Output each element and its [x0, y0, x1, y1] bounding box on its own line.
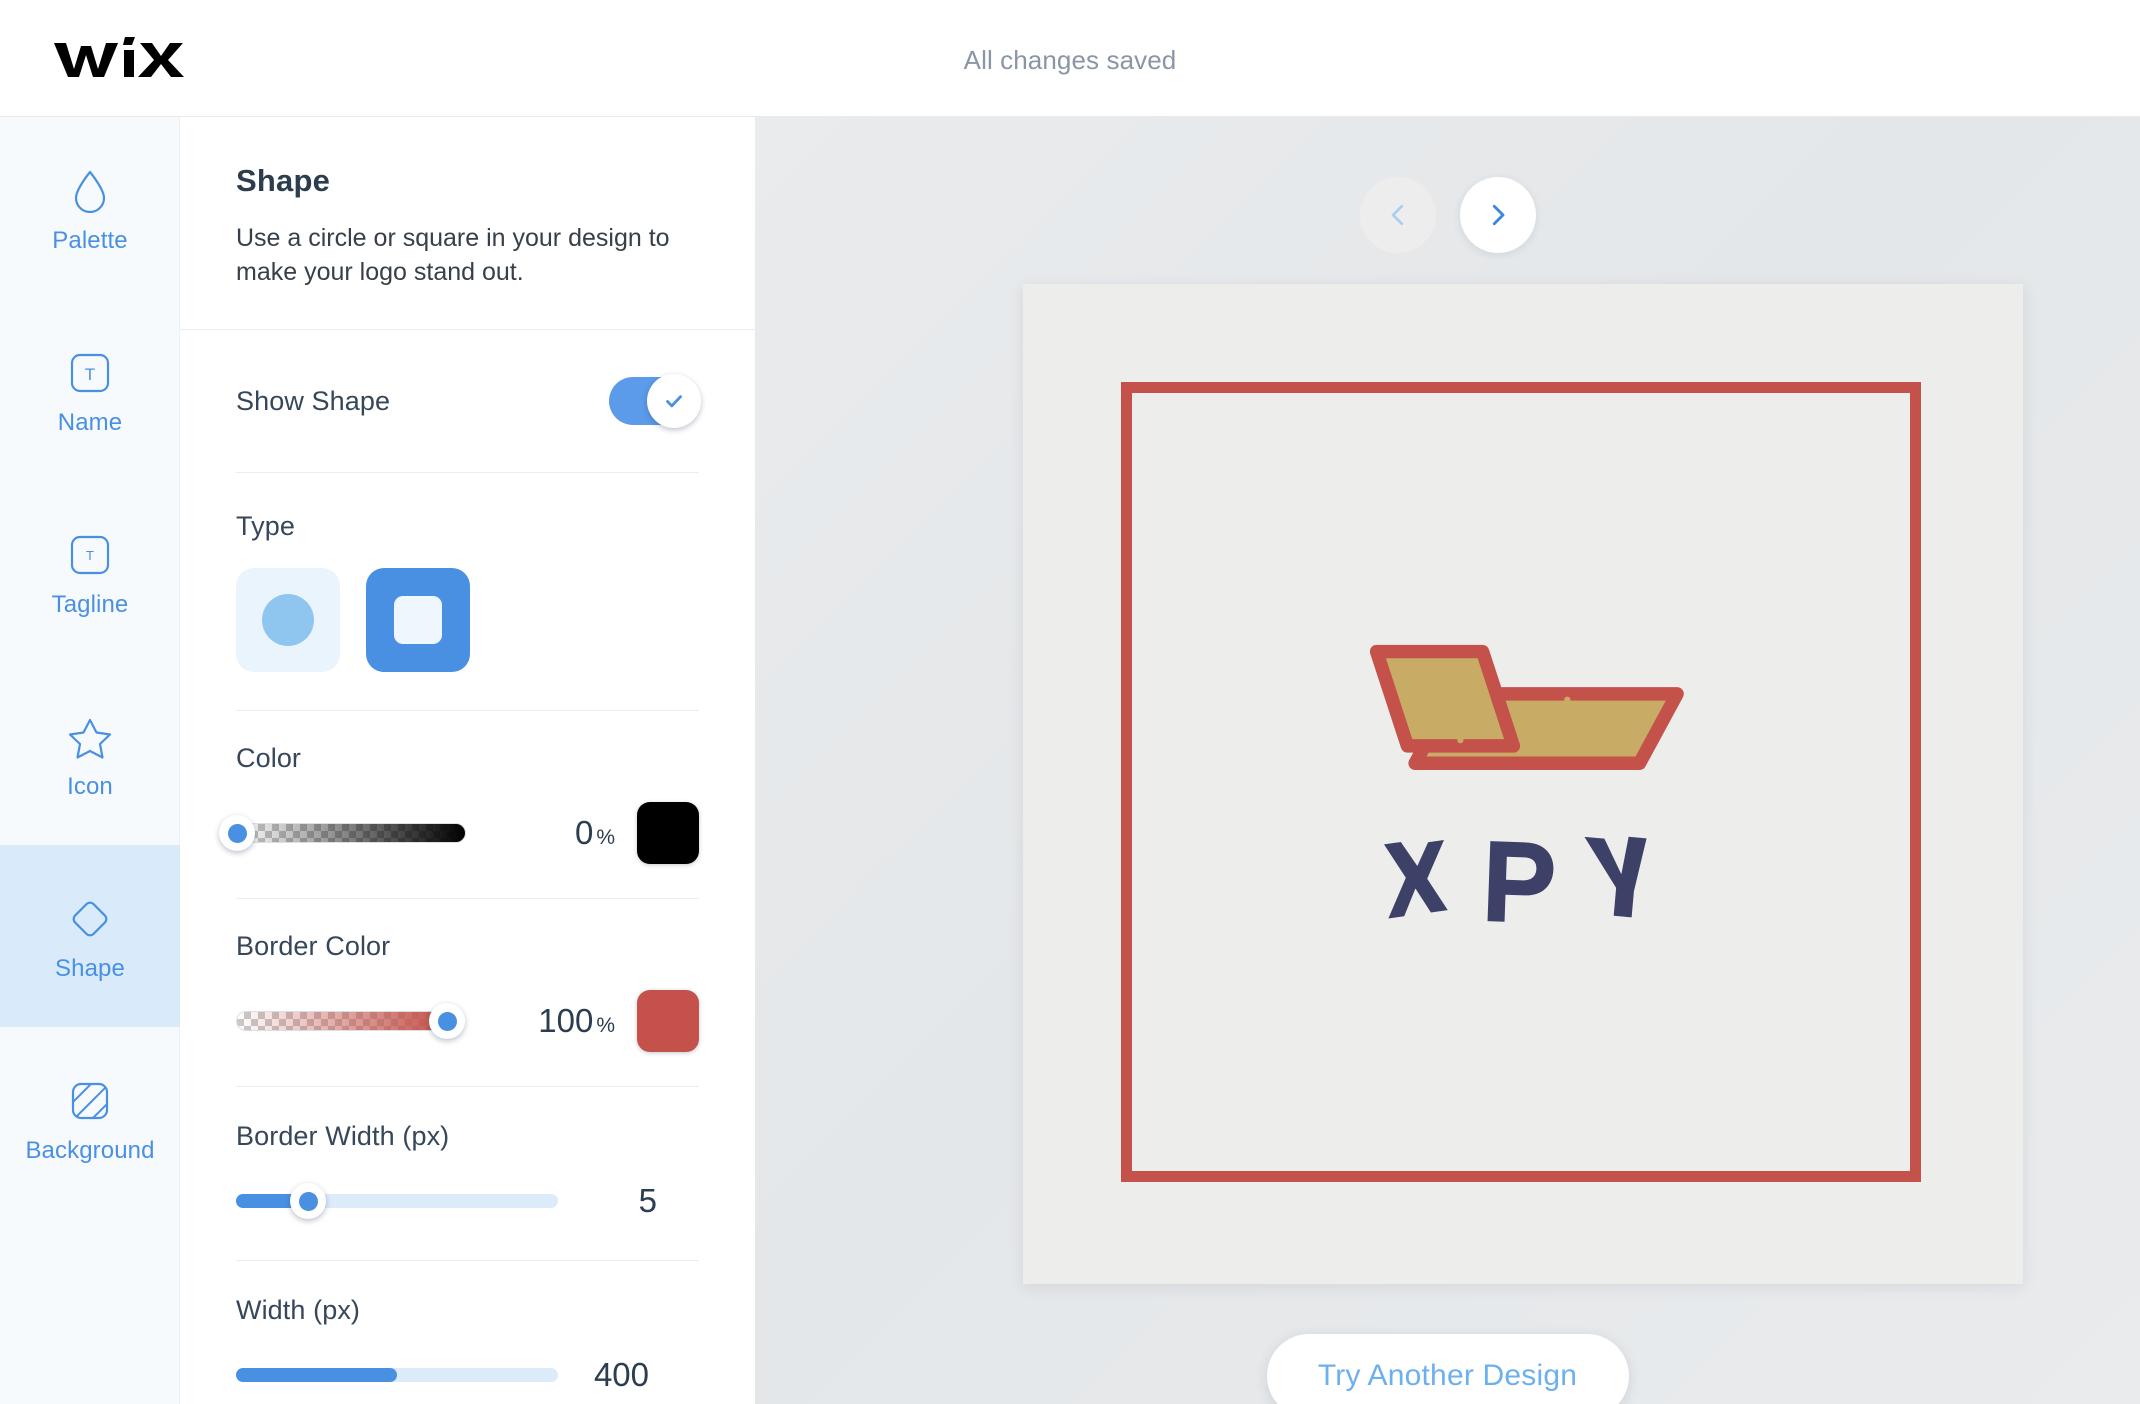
sidebar-item-label: Tagline [51, 591, 129, 618]
border-width-value: 5 [638, 1182, 657, 1219]
sidebar-item-palette[interactable]: Palette [0, 117, 180, 299]
show-shape-row: Show Shape [236, 330, 701, 472]
color-opacity-value: 0 % [575, 814, 615, 852]
border-color-opacity-row: 100 % [236, 990, 699, 1052]
panel-description: Use a circle or square in your design to… [236, 224, 670, 286]
square-icon [394, 596, 442, 644]
border-width-label: Border Width (px) [236, 1121, 450, 1151]
panel-header: Shape Use a circle or square in your des… [180, 117, 755, 330]
shape-settings-panel: Shape Use a circle or square in your des… [180, 117, 755, 1404]
sidebar-item-background[interactable]: Background [0, 1027, 180, 1209]
droplet-icon [62, 163, 118, 219]
chevron-left-icon [1391, 204, 1403, 226]
border-color-opacity-slider[interactable] [236, 1003, 465, 1039]
width-section: Width (px) 400 [236, 1261, 699, 1394]
logo-wordmark [1383, 836, 1647, 922]
color-opacity-slider[interactable] [219, 815, 466, 851]
diamond-icon [62, 891, 118, 947]
sidebar-item-label: Name [57, 409, 123, 436]
page-title: Shape [236, 163, 331, 198]
show-shape-toggle[interactable] [609, 374, 701, 428]
sidebar-item-icon[interactable]: Icon [0, 663, 180, 845]
border-color-opacity-value: 100 % [538, 1002, 615, 1040]
type-label: Type [236, 511, 295, 541]
color-opacity-knob[interactable] [219, 815, 255, 851]
prev-design-button[interactable] [1359, 177, 1436, 253]
save-status-text: All changes saved [963, 45, 1177, 75]
color-swatch[interactable] [637, 802, 699, 864]
border-color-track-fill [237, 1012, 445, 1030]
text-box-icon: T [62, 345, 118, 401]
color-opacity-number: 0 [574, 814, 594, 851]
svg-text:T: T [86, 548, 94, 563]
try-another-design-label: Try Another Design [1317, 1359, 1578, 1392]
border-width-row: 5 [236, 1182, 699, 1220]
next-design-button[interactable] [1459, 177, 1536, 253]
app-header: All changes saved [0, 0, 2140, 117]
try-another-design-button[interactable]: Try Another Design [1266, 1334, 1629, 1404]
border-color-opacity-number: 100 [538, 1002, 594, 1039]
check-icon [666, 395, 682, 408]
color-label: Color [236, 743, 302, 773]
logo-card[interactable] [1023, 284, 2023, 1284]
border-color-section: Border Color 100 % [236, 899, 699, 1087]
logo-preview-canvas: Try Another Design [755, 117, 2140, 1404]
wordmark-letter-p [1487, 841, 1554, 922]
border-color-swatch[interactable] [637, 990, 699, 1052]
width-row: 400 [236, 1356, 699, 1394]
border-color-label: Border Color [236, 931, 391, 961]
border-width-slider[interactable] [236, 1183, 558, 1219]
width-value: 400 [593, 1356, 649, 1393]
type-options [236, 568, 699, 672]
sidebar-item-name[interactable]: T Name [0, 299, 180, 481]
chevron-right-icon [1492, 204, 1504, 226]
wordmark-letter-x [1383, 840, 1448, 919]
circle-icon [262, 594, 314, 646]
percent-symbol: % [596, 826, 615, 849]
border-width-knob[interactable] [290, 1183, 327, 1219]
hatched-square-icon [62, 1073, 118, 1129]
sidebar-nav: Palette T Name T Tagline Icon Shape Back… [0, 117, 180, 1404]
color-opacity-row: 0 % [219, 802, 699, 864]
design-nav-arrows [755, 177, 2140, 253]
type-option-square[interactable] [366, 568, 470, 672]
width-track-fill [236, 1368, 397, 1382]
sidebar-item-shape[interactable]: Shape [0, 845, 180, 1027]
percent-symbol: % [596, 1014, 615, 1037]
width-slider[interactable] [236, 1368, 558, 1382]
svg-text:T: T [85, 365, 95, 384]
type-section: Type [236, 473, 699, 711]
wordmark-letter-y [1584, 836, 1647, 918]
sidebar-item-label: Shape [55, 955, 125, 982]
sidebar-item-tagline[interactable]: T Tagline [0, 481, 180, 663]
color-opacity-track-fill [237, 824, 465, 842]
star-icon [62, 709, 118, 765]
logo-artwork [1023, 284, 2023, 1284]
sidebar-item-label: Icon [67, 773, 113, 800]
type-option-circle[interactable] [236, 568, 340, 672]
border-color-opacity-knob[interactable] [429, 1003, 465, 1039]
border-width-section: Border Width (px) 5 [236, 1087, 699, 1261]
wix-logo-maker-app: All changes saved Palette T Name T Tagli… [0, 0, 2140, 1404]
show-shape-section: Show Shape [236, 330, 701, 473]
double-parallelogram-icon [1369, 644, 1684, 770]
show-shape-label: Show Shape [236, 385, 391, 416]
sidebar-item-label: Palette [52, 227, 128, 254]
sidebar-item-label: Background [25, 1137, 155, 1164]
text-box-small-icon: T [62, 527, 118, 583]
color-section: Color 0 % [219, 711, 699, 899]
toggle-knob [647, 374, 701, 428]
width-label: Width (px) [236, 1295, 361, 1325]
